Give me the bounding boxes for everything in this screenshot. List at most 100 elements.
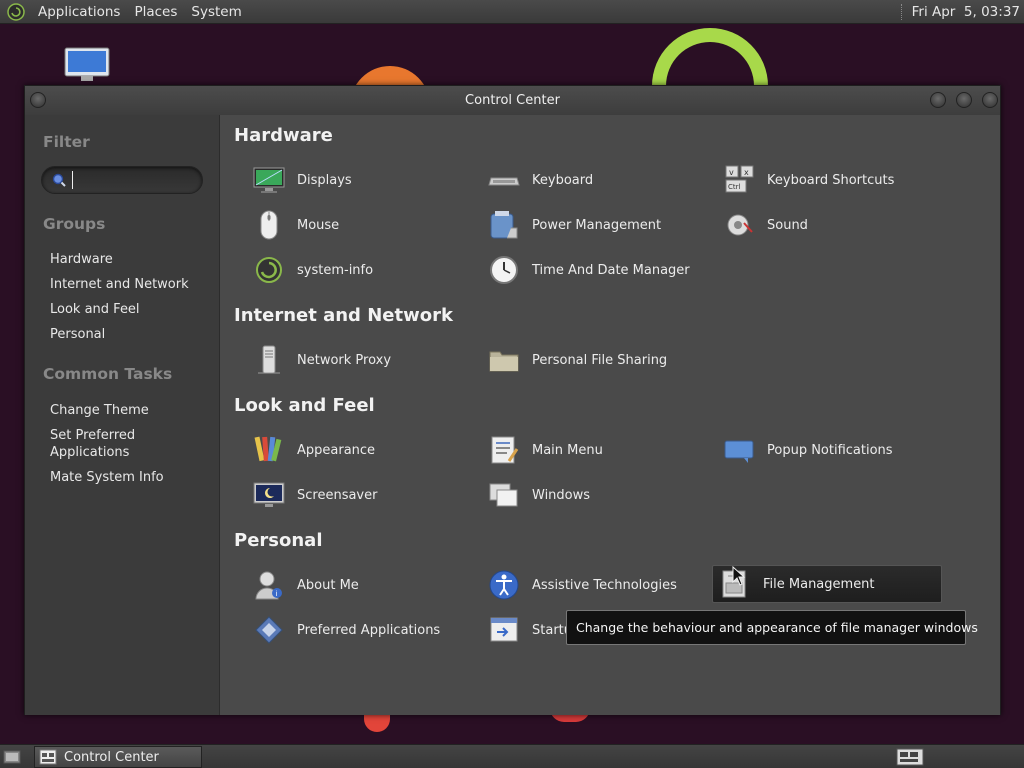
- item-label: Network Proxy: [297, 352, 392, 368]
- accessibility-icon: [489, 570, 519, 600]
- item-personal-file-sharing[interactable]: Personal File Sharing: [482, 342, 710, 378]
- window-titlebar[interactable]: Control Center: [25, 86, 1000, 115]
- show-desktop-icon[interactable]: [3, 749, 21, 765]
- item-time-date[interactable]: Time And Date Manager: [482, 252, 710, 288]
- close-button[interactable]: [982, 92, 998, 108]
- task-link-system-info[interactable]: Mate System Info: [50, 469, 210, 486]
- startup-icon: [490, 617, 518, 642]
- keyboard-icon: [488, 177, 520, 186]
- item-label: Popup Notifications: [767, 442, 893, 458]
- group-link-look-feel[interactable]: Look and Feel: [50, 301, 210, 318]
- item-about-me[interactable]: i About Me: [247, 567, 475, 603]
- item-assistive-technologies[interactable]: Assistive Technologies: [482, 567, 710, 603]
- section-title-hardware: Hardware: [234, 125, 333, 146]
- notification-icon: [724, 440, 754, 463]
- section-title-look-feel: Look and Feel: [234, 395, 375, 416]
- svg-text:x: x: [744, 168, 749, 177]
- places-menu[interactable]: Places: [127, 4, 184, 20]
- item-preferred-applications[interactable]: Preferred Applications: [247, 612, 475, 648]
- system-menu[interactable]: System: [184, 4, 248, 20]
- group-link-hardware[interactable]: Hardware: [50, 251, 210, 268]
- window-title: Control Center: [465, 93, 560, 108]
- sound-icon: [727, 214, 753, 236]
- item-keyboard[interactable]: Keyboard: [482, 162, 710, 198]
- item-label: Screensaver: [297, 487, 378, 503]
- screensaver-icon: [253, 482, 285, 507]
- item-screensaver[interactable]: Screensaver: [247, 477, 475, 513]
- tooltip: Change the behaviour and appearance of f…: [566, 610, 978, 645]
- filter-heading: Filter: [43, 133, 90, 151]
- item-network-proxy[interactable]: Network Proxy: [247, 342, 475, 378]
- svg-text:Ctrl: Ctrl: [728, 183, 741, 191]
- panel-separator: [900, 4, 904, 20]
- taskbar-label: Control Center: [64, 749, 159, 765]
- item-mouse[interactable]: Mouse: [247, 207, 475, 243]
- task-link-preferred-apps[interactable]: Set Preferred Applications: [50, 427, 160, 461]
- item-displays[interactable]: Displays: [247, 162, 475, 198]
- window-menu-button[interactable]: [30, 92, 46, 108]
- section-title-internet-network: Internet and Network: [234, 305, 453, 326]
- task-link-change-theme[interactable]: Change Theme: [50, 402, 210, 419]
- item-label: Keyboard Shortcuts: [767, 172, 895, 188]
- power-icon: [490, 211, 518, 239]
- item-appearance[interactable]: Appearance: [247, 432, 475, 468]
- control-center-icon: [39, 749, 57, 765]
- item-label: Mouse: [297, 217, 340, 233]
- svg-text:v: v: [729, 168, 734, 177]
- item-startup-applications[interactable]: Startu: [482, 612, 572, 648]
- item-main-menu[interactable]: Main Menu: [482, 432, 710, 468]
- item-system-info[interactable]: system-info: [247, 252, 475, 288]
- computer-desktop-icon[interactable]: [63, 47, 111, 83]
- item-label: Appearance: [297, 442, 376, 458]
- item-power-management[interactable]: Power Management: [482, 207, 710, 243]
- item-label: Windows: [532, 487, 591, 503]
- taskbar-button-control-center[interactable]: Control Center: [34, 746, 202, 768]
- about-me-icon: i: [255, 571, 282, 600]
- windows-icon: [489, 483, 518, 507]
- common-tasks-heading: Common Tasks: [43, 365, 173, 383]
- group-link-internet-network[interactable]: Internet and Network: [50, 276, 210, 293]
- mouse-icon: [260, 210, 278, 240]
- display-icon: [253, 167, 285, 193]
- applications-menu[interactable]: Applications: [31, 4, 127, 20]
- minimize-button[interactable]: [930, 92, 946, 108]
- item-label: Main Menu: [532, 442, 603, 458]
- section-title-personal: Personal: [234, 530, 323, 551]
- item-label: Power Management: [532, 217, 662, 233]
- keyboard-shortcuts-icon: v xCtrl: [725, 165, 754, 193]
- workspace-switcher-icon[interactable]: [896, 748, 924, 766]
- item-label: Assistive Technologies: [532, 577, 677, 593]
- item-keyboard-shortcuts[interactable]: v x Ctrl Keyboard Shortcuts: [717, 162, 945, 198]
- item-file-management[interactable]: File Management: [712, 565, 942, 603]
- maximize-button[interactable]: [956, 92, 972, 108]
- clock-icon: [490, 256, 518, 284]
- svg-text:i: i: [276, 590, 278, 598]
- search-icon: [52, 173, 66, 187]
- item-label: Time And Date Manager: [532, 262, 690, 278]
- search-input[interactable]: [72, 171, 192, 189]
- item-popup-notifications[interactable]: Popup Notifications: [717, 432, 945, 468]
- item-label: system-info: [297, 262, 374, 278]
- item-label: Personal File Sharing: [532, 352, 668, 368]
- item-label: Preferred Applications: [297, 622, 441, 638]
- clock-text: Fri Apr 5, 03:37: [911, 4, 1020, 20]
- bottom-panel: Control Center: [0, 744, 1024, 768]
- clock-applet[interactable]: Fri Apr 5, 03:37: [900, 0, 1020, 24]
- item-label: Displays: [297, 172, 352, 188]
- item-label: File Management: [763, 576, 875, 592]
- preferred-apps-icon: [255, 616, 283, 644]
- search-box[interactable]: [41, 166, 203, 194]
- mate-logo-icon[interactable]: [7, 2, 25, 21]
- system-info-icon: [256, 257, 282, 283]
- folder-share-icon: [489, 351, 519, 372]
- item-label: About Me: [297, 577, 359, 593]
- group-link-personal[interactable]: Personal: [50, 326, 210, 343]
- item-sound[interactable]: Sound: [717, 207, 945, 243]
- item-windows[interactable]: Windows: [482, 477, 710, 513]
- appearance-icon: [254, 436, 282, 462]
- item-label: Sound: [767, 217, 808, 233]
- top-panel: Applications Places System Fri Apr 5, 03…: [0, 0, 1024, 24]
- network-proxy-icon: [258, 345, 280, 374]
- main-menu-icon: [491, 436, 519, 464]
- groups-heading: Groups: [43, 215, 106, 233]
